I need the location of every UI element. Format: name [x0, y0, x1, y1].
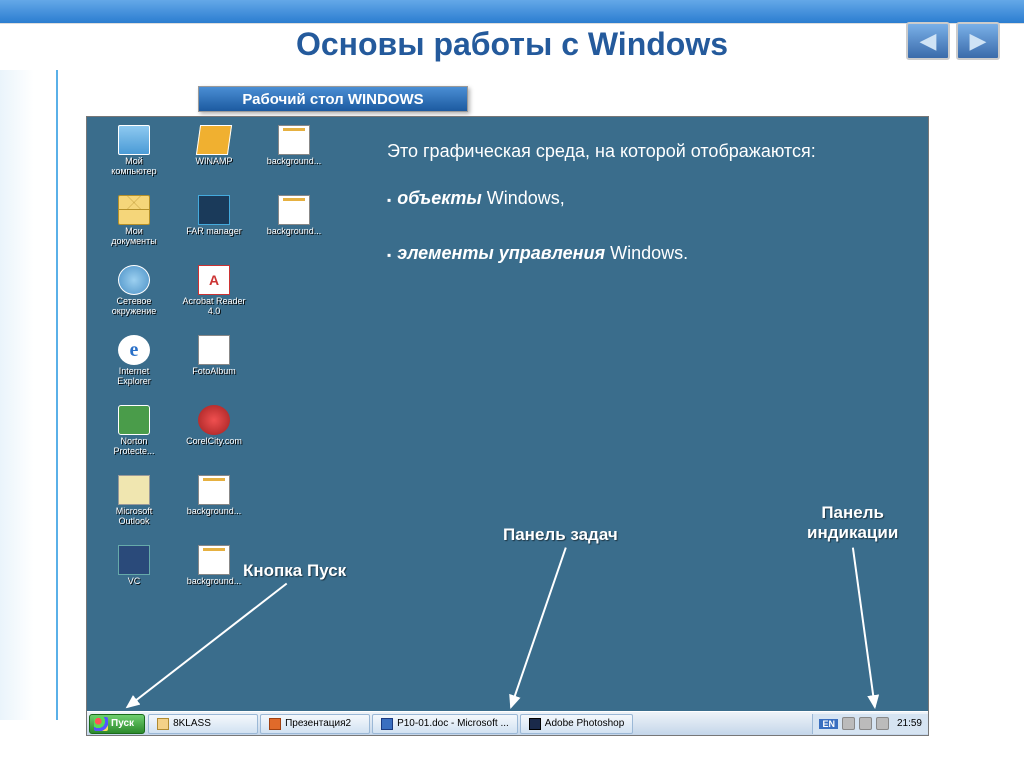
norton-icon — [118, 405, 150, 435]
corel-icon — [198, 405, 230, 435]
desktop-icon-label: VC — [128, 577, 141, 587]
far-icon — [198, 195, 230, 225]
tray-icon[interactable] — [859, 717, 872, 730]
start-label: Пуск — [111, 718, 134, 729]
desktop-icon-label: background... — [267, 227, 322, 237]
slide-top-bar — [0, 0, 1024, 24]
desktop-icon-label: FotoAlbum — [192, 367, 236, 377]
desktop-icon-label: Norton Protecte... — [113, 437, 154, 457]
winamp-icon — [196, 125, 232, 155]
desktop-icon[interactable]: FotoAlbum — [175, 335, 253, 401]
vc-icon — [118, 545, 150, 575]
taskbar-item-label: P10-01.doc - Microsoft ... — [397, 718, 509, 729]
tray-icon[interactable] — [842, 717, 855, 730]
tray-icon[interactable] — [876, 717, 889, 730]
callout-start: Кнопка Пуск — [243, 561, 346, 581]
system-tray: EN 21:59 — [812, 714, 928, 734]
desktop-icon[interactable]: Сетевое окружение — [95, 265, 173, 331]
windows-desktop-screenshot: Мой компьютер WINAMP background... Мои доку… — [86, 116, 929, 736]
nav-next-button[interactable]: ▶ — [956, 22, 1000, 60]
desktop-icon-label: FAR manager — [186, 227, 242, 237]
desktop-icon-label: Acrobat Reader 4.0 — [182, 297, 245, 317]
slide-subtitle: Рабочий стол WINDOWS — [198, 86, 468, 112]
acrobat-icon — [198, 265, 230, 295]
folder-icon — [157, 718, 169, 730]
desktop-icon-label: Мой компьютер — [111, 157, 156, 177]
desktop-icon[interactable]: Microsoft Outlook — [95, 475, 173, 541]
desktop-icon[interactable]: Мой компьютер — [95, 125, 173, 191]
computer-icon — [118, 125, 150, 155]
desktop-icon-label: background... — [187, 577, 242, 587]
desktop-icon-label: CorelCity.com — [186, 437, 242, 447]
nav-prev-button[interactable]: ◀ — [906, 22, 950, 60]
file-icon — [198, 545, 230, 575]
description-text: Это графическая среда, на которой отобра… — [387, 137, 904, 293]
description-intro: Это графическая среда, на которой отобра… — [387, 137, 904, 166]
word-icon — [381, 718, 393, 730]
desktop-icon[interactable]: VC — [95, 545, 173, 611]
taskbar-item-label: Adobe Photoshop — [545, 718, 625, 729]
desktop-icon-label: Microsoft Outlook — [116, 507, 153, 527]
desktop-icon[interactable]: Norton Protecte... — [95, 405, 173, 471]
desktop-icon[interactable]: Internet Explorer — [95, 335, 173, 401]
desktop-icon — [255, 475, 333, 541]
desktop-icon[interactable]: WINAMP — [175, 125, 253, 191]
desktop-icon — [255, 335, 333, 401]
desktop-icon-label: background... — [187, 507, 242, 517]
callout-taskbar: Панель задач — [503, 525, 618, 545]
desktop-icon[interactable]: Acrobat Reader 4.0 — [175, 265, 253, 331]
taskbar-item-label: Презентация2 — [285, 718, 351, 729]
desktop-icon[interactable]: background... — [175, 475, 253, 541]
desktop-icon-label: Сетевое окружение — [112, 297, 156, 317]
description-item: элементы управления Windows. — [387, 239, 904, 268]
desktop-icon-label: Мои документы — [111, 227, 156, 247]
nav-buttons: ◀ ▶ — [906, 22, 1000, 60]
outlook-icon — [118, 475, 150, 505]
ppt-icon — [269, 718, 281, 730]
file-icon — [198, 475, 230, 505]
file-icon — [278, 125, 310, 155]
taskbar-item[interactable]: P10-01.doc - Microsoft ... — [372, 714, 518, 734]
start-button[interactable]: Пуск — [89, 714, 145, 734]
taskbar-item[interactable]: Презентация2 — [260, 714, 370, 734]
desktop-icon — [255, 405, 333, 471]
taskbar-item[interactable]: Adobe Photoshop — [520, 714, 634, 734]
taskbar-item-label: 8KLASS — [173, 718, 211, 729]
desktop-icon[interactable]: background... — [255, 125, 333, 191]
network-icon — [118, 265, 150, 295]
desktop-icon — [255, 265, 333, 331]
ps-icon — [529, 718, 541, 730]
taskbar: Пуск 8KLASS Презентация2 P10-01.doc - Micr… — [87, 711, 928, 735]
desktop-icon-label: WINAMP — [196, 157, 233, 167]
desktop-icon[interactable]: background... — [175, 545, 253, 611]
desktop-icon[interactable]: Мои документы — [95, 195, 173, 261]
file-icon — [278, 195, 310, 225]
slide-left-rail — [0, 70, 58, 720]
desktop-icons-grid: Мой компьютер WINAMP background... Мои доку… — [95, 125, 333, 611]
callout-tray: Панель индикации — [807, 503, 898, 543]
desktop-icon-label: background... — [267, 157, 322, 167]
desktop-icon[interactable]: FAR manager — [175, 195, 253, 261]
description-item: объекты Windows, — [387, 184, 904, 213]
desktop-icon[interactable]: CorelCity.com — [175, 405, 253, 471]
clock: 21:59 — [897, 718, 922, 729]
desktop-icon[interactable]: background... — [255, 195, 333, 261]
language-indicator[interactable]: EN — [819, 719, 838, 729]
desktop-icon-label: Internet Explorer — [117, 367, 151, 387]
slide-title: Основы работы с Windows — [0, 26, 1024, 63]
taskbar-item[interactable]: 8KLASS — [148, 714, 258, 734]
ie-icon — [118, 335, 150, 365]
foto-icon — [198, 335, 230, 365]
envelope-icon — [118, 195, 150, 225]
